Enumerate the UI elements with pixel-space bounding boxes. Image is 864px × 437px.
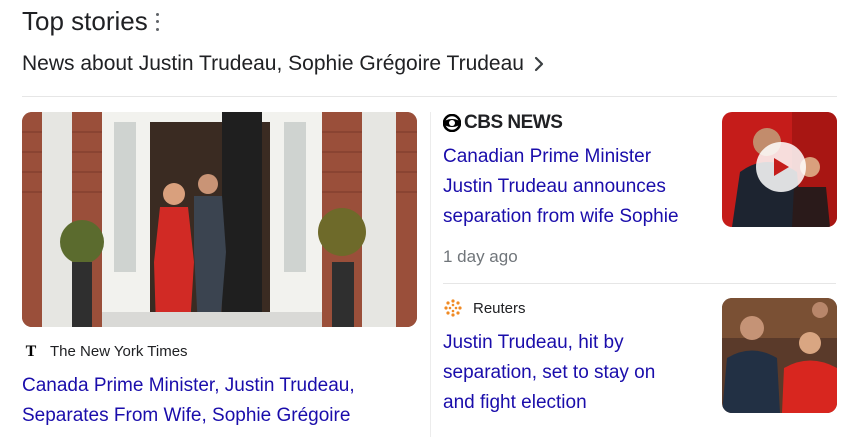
cbs-eye-logo-icon (443, 114, 461, 132)
headline-line: Separates From Wife, Sophie Grégoire (22, 405, 351, 426)
headline-line: and fight election (443, 392, 587, 413)
story-image-nyt[interactable] (22, 112, 417, 327)
play-button[interactable] (756, 142, 806, 192)
story-timestamp: 1 day ago (443, 247, 518, 266)
headline-line: separation, set to stay on (443, 362, 656, 383)
story-divider (443, 283, 836, 284)
publisher-name: CBS NEWS (464, 112, 563, 133)
publisher-name: The New York Times (50, 342, 188, 360)
nyt-logo-icon: T (22, 342, 40, 360)
news-about-label: News about Justin Trudeau, Sophie Grégoi… (22, 52, 524, 75)
headline-line: separation from wife Sophie (443, 206, 679, 227)
headline-line: Canada Prime Minister, Justin Trudeau, (22, 375, 355, 396)
column-divider (430, 112, 431, 437)
header-divider (22, 96, 837, 97)
reuters-logo-icon (444, 299, 462, 317)
story-thumbnail-cbs[interactable] (722, 112, 837, 227)
more-vert-icon[interactable] (155, 12, 162, 31)
section-title: Top stories (22, 6, 148, 36)
story-headline-cbs[interactable]: Canadian Prime Minister Justin Trudeau a… (443, 142, 703, 232)
chevron-right-icon (534, 56, 544, 72)
publisher-row-reuters: Reuters (443, 298, 526, 318)
section-header: Top stories (22, 6, 162, 37)
story-headline-reuters[interactable]: Justin Trudeau, hit by separation, set t… (443, 328, 703, 418)
publisher-row-cbs: CBS NEWS (443, 112, 563, 134)
story-headline-nyt[interactable]: Canada Prime Minister, Justin Trudeau, S… (22, 371, 422, 431)
publisher-row-nyt: T The New York Times (22, 342, 188, 360)
headline-line: Canadian Prime Minister (443, 146, 652, 167)
headline-line: Justin Trudeau announces (443, 176, 666, 197)
headline-line: Justin Trudeau, hit by (443, 332, 624, 353)
play-icon (774, 158, 789, 176)
publisher-name: Reuters (473, 299, 526, 317)
svg-text:T: T (26, 343, 37, 360)
news-about-link[interactable]: News about Justin Trudeau, Sophie Grégoi… (22, 52, 544, 76)
story-thumbnail-reuters[interactable] (722, 298, 837, 413)
